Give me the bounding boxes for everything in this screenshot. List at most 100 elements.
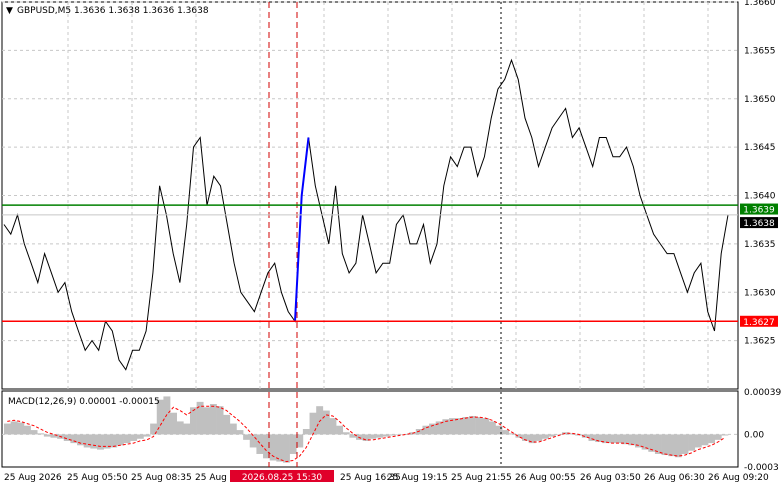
macd-bar [176, 421, 184, 435]
symbol-header: GBPUSD,M5 1.3636 1.3638 1.3636 1.3638 [17, 6, 209, 16]
macd-bar [502, 430, 510, 435]
macd-bar [628, 434, 636, 446]
macd-bar [482, 418, 490, 435]
macd-bar [468, 415, 476, 435]
time-tick-label: 25 Aug 08:35 [131, 473, 192, 483]
macd-header: MACD(12,26,9) 0.00001 -0.00015 [8, 397, 160, 407]
time-axis: 25 Aug 2026 25 Aug 05:50 25 Aug 08:35 25 Au… [4, 473, 769, 483]
macd-bar [236, 430, 244, 435]
macd-bar [555, 434, 563, 435]
macd-bar [302, 429, 310, 435]
macd-tick-label: 0.00039 [744, 388, 781, 398]
macd-bar [223, 414, 231, 435]
macd-bar [289, 434, 297, 454]
macd-tick-label: -0.0003 [744, 463, 779, 473]
macd-bar [136, 434, 144, 439]
macd-bar [395, 434, 403, 435]
time-tick-label: 25 Aug 21:55 [451, 473, 512, 483]
macd-bar [249, 434, 257, 448]
time-tick-label: 25 Aug [195, 473, 227, 483]
macd-bar [342, 432, 350, 435]
macd-bar [90, 434, 98, 449]
macd-bar [77, 434, 85, 446]
macd-bar [475, 417, 483, 435]
macd-bar [462, 417, 470, 435]
macd-bar [548, 434, 556, 437]
time-tick-label: 25 Aug 05:50 [67, 473, 128, 483]
macd-bar [123, 434, 131, 444]
macd-bar [43, 434, 51, 437]
macd-bar [694, 434, 702, 448]
macd-bar [615, 434, 623, 444]
macd-bar [708, 434, 716, 444]
macd-bar [143, 434, 151, 437]
time-tick-label: 25 Aug 2026 [4, 473, 62, 483]
macd-bar [110, 434, 118, 448]
support-tag-label: 1.3627 [743, 318, 775, 328]
time-tick-label: 26 Aug 09:20 [708, 473, 769, 483]
macd-bar [455, 418, 463, 435]
macd-bar [4, 423, 11, 435]
price-axis: 1.3660 1.3655 1.3650 1.3645 1.3640 1.3635 1.36… [744, 0, 776, 347]
macd-bar [10, 421, 18, 435]
macd-bar [369, 434, 377, 439]
macd-bar [196, 401, 204, 435]
chart-canvas: 1.3660 1.3655 1.3650 1.3645 1.3640 1.3635 1.36… [1, 0, 781, 483]
macd-bar [356, 434, 363, 440]
price-tick-label: 1.3640 [744, 192, 776, 202]
macd-signal-line [7, 405, 725, 463]
macd-bar [17, 422, 25, 435]
macd-bar [542, 434, 549, 439]
macd-bar [674, 434, 682, 458]
macd-bar [282, 434, 290, 463]
price-tick-label: 1.3645 [744, 143, 776, 153]
macd-bar [714, 434, 722, 440]
price-tick-label: 1.3635 [744, 240, 776, 250]
current-price-tag-label: 1.3638 [743, 219, 775, 229]
macd-bar [30, 430, 38, 435]
macd-tick-label: 0.00 [744, 430, 764, 440]
macd-bar [681, 434, 689, 454]
macd-bar [661, 434, 669, 456]
resistance-tag-label: 1.3639 [743, 206, 775, 216]
grid [2, 1, 738, 435]
highlight-time-label: 2026.08.25 15:30 [242, 473, 323, 483]
macd-bar [189, 407, 197, 435]
macd-bar [721, 434, 729, 436]
macd-bar [488, 421, 496, 435]
macd-bar [37, 433, 45, 435]
macd-bar [203, 407, 211, 435]
macd-bar [688, 434, 696, 451]
symbol-menu-icon[interactable]: ▼ [6, 6, 13, 16]
macd-bar [608, 434, 616, 444]
macd-bar [701, 434, 709, 446]
time-tick-label: 26 Aug 03:50 [580, 473, 641, 483]
macd-bar [336, 425, 344, 435]
price-tick-label: 1.3660 [744, 0, 776, 8]
macd-bar [96, 434, 104, 450]
macd-bar [276, 434, 284, 462]
price-tick-label: 1.3655 [744, 46, 776, 56]
macd-bar [382, 434, 390, 437]
macd-bar [508, 433, 516, 435]
macd-bar [243, 434, 251, 440]
macd-bar [316, 406, 324, 435]
price-tick-label: 1.3630 [744, 288, 776, 298]
macd-bar [389, 434, 397, 436]
macd-bar [170, 412, 177, 435]
macd-bar [83, 434, 91, 448]
macd-bar [668, 434, 676, 457]
macd-bar [309, 412, 317, 435]
macd-bar [256, 434, 264, 454]
macd-bar [435, 421, 443, 435]
macd-axis: 0.00039 0.00 -0.0003 [744, 388, 781, 473]
macd-bar [23, 425, 31, 435]
price-tick-label: 1.3650 [744, 95, 776, 105]
macd-bar [322, 410, 330, 435]
macd-bar [375, 434, 383, 438]
macd-bar [216, 406, 224, 435]
macd-bar [229, 423, 237, 435]
macd-bar [209, 404, 217, 435]
macd-bar [535, 434, 543, 441]
macd-bar [183, 423, 191, 435]
